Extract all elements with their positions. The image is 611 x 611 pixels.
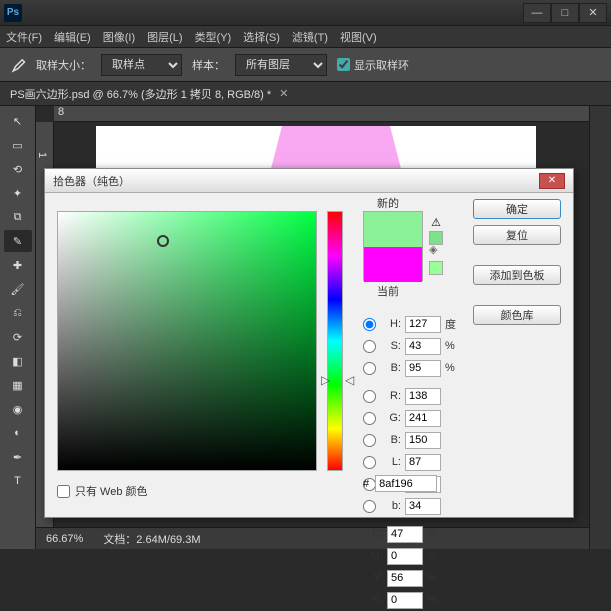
dodge-tool[interactable]: ◐ (4, 422, 32, 444)
input-bl[interactable] (405, 432, 441, 449)
hue-slider[interactable] (327, 211, 343, 471)
menu-file[interactable]: 文件(F) (6, 29, 42, 45)
window-titlebar: Ps — □ ✕ (0, 0, 611, 26)
websafe-swatch[interactable] (429, 261, 443, 275)
tool-column: ↖ ▭ ⟲ ✦ ⧉ ✎ ✚ 🖌 ⎌ ⟳ ◧ ▦ ◉ ◐ ✒ T (0, 106, 36, 549)
new-color-label: 新的 (377, 195, 399, 211)
move-tool[interactable]: ↖ (4, 110, 32, 132)
input-y[interactable] (387, 570, 423, 587)
panel-dock[interactable] (589, 106, 611, 549)
wand-tool[interactable]: ✦ (4, 182, 32, 204)
menu-filter[interactable]: 滤镜(T) (292, 29, 328, 45)
crop-tool[interactable]: ⧉ (4, 206, 32, 228)
hue-indicator-right: ◁ (345, 373, 354, 387)
eyedropper-tool[interactable]: ✎ (4, 230, 32, 252)
menu-image[interactable]: 图像(I) (103, 29, 135, 45)
radio-s[interactable] (363, 340, 376, 353)
radio-h[interactable] (363, 318, 376, 331)
maximize-button[interactable]: □ (551, 3, 579, 23)
document-tab[interactable]: PS画六边形.psd @ 66.7% (多边形 1 拷贝 8, RGB/8) *… (0, 82, 611, 106)
history-brush-tool[interactable]: ⟳ (4, 326, 32, 348)
input-hex[interactable] (375, 475, 437, 492)
gradient-tool[interactable]: ▦ (4, 374, 32, 396)
label-y: Y: (363, 572, 383, 584)
input-g[interactable] (405, 410, 441, 427)
color-preview (363, 211, 423, 281)
show-ring-checkbox[interactable]: 显示取样环 (337, 57, 409, 73)
sample-label: 样本： (192, 57, 225, 73)
options-bar: 取样大小： 取样点 样本： 所有图层 显示取样环 (0, 48, 611, 82)
input-m[interactable] (387, 548, 423, 565)
menu-edit[interactable]: 编辑(E) (54, 29, 91, 45)
radio-lb[interactable] (363, 500, 376, 513)
web-only-checkbox[interactable]: 只有 Web 颜色 (57, 483, 148, 499)
eraser-tool[interactable]: ◧ (4, 350, 32, 372)
menu-view[interactable]: 视图(V) (340, 29, 377, 45)
label-m: M: (363, 550, 383, 562)
input-lb[interactable] (405, 498, 441, 515)
blur-tool[interactable]: ◉ (4, 398, 32, 420)
label-lb: b: (381, 500, 401, 512)
input-s[interactable] (405, 338, 441, 355)
label-l: L: (381, 456, 401, 468)
radio-bl[interactable] (363, 434, 376, 447)
stamp-tool[interactable]: ⎌ (4, 302, 32, 324)
menu-bar: 文件(F) 编辑(E) 图像(I) 图层(L) 类型(Y) 选择(S) 滤镜(T… (0, 26, 611, 48)
websafe-cube-icon[interactable]: ◈ (429, 243, 437, 256)
marquee-tool[interactable]: ▭ (4, 134, 32, 156)
current-color-label: 当前 (377, 283, 399, 299)
add-swatch-button[interactable]: 添加到色板 (473, 265, 561, 285)
heal-tool[interactable]: ✚ (4, 254, 32, 276)
ok-button[interactable]: 确定 (473, 199, 561, 219)
sample-select[interactable]: 所有图层 (235, 54, 327, 76)
current-color-swatch[interactable] (364, 247, 422, 282)
label-r: R: (381, 390, 401, 402)
pen-tool[interactable]: ✒ (4, 446, 32, 468)
color-picker-dialog: 拾色器（纯色） ✕ ▷ ◁ 新的 当前 ⚠ ◈ 确定 复位 添加到色板 颜色库 … (44, 168, 574, 518)
dialog-title: 拾色器（纯色） (53, 173, 130, 189)
saturation-value-field[interactable] (57, 211, 317, 471)
label-k: K: (363, 594, 383, 606)
minimize-button[interactable]: — (523, 3, 551, 23)
menu-select[interactable]: 选择(S) (243, 29, 280, 45)
app-logo: Ps (4, 4, 22, 22)
input-k[interactable] (387, 592, 423, 609)
label-bl: B: (381, 434, 401, 446)
label-b: B: (381, 362, 401, 374)
sample-size-select[interactable]: 取样点 (101, 54, 182, 76)
label-c: C: (363, 528, 383, 540)
dialog-titlebar[interactable]: 拾色器（纯色） ✕ (45, 169, 573, 193)
menu-layer[interactable]: 图层(L) (147, 29, 182, 45)
ruler-horizontal[interactable]: 8 (54, 106, 589, 122)
label-g: G: (381, 412, 401, 424)
input-c[interactable] (387, 526, 423, 543)
hue-indicator-left: ▷ (321, 373, 330, 387)
sample-size-label: 取样大小： (36, 57, 91, 73)
input-h[interactable] (405, 316, 441, 333)
input-b[interactable] (405, 360, 441, 377)
radio-l[interactable] (363, 456, 376, 469)
new-color-swatch (364, 212, 422, 247)
radio-g[interactable] (363, 412, 376, 425)
type-tool[interactable]: T (4, 470, 32, 492)
radio-r[interactable] (363, 390, 376, 403)
input-l[interactable] (405, 454, 441, 471)
lasso-tool[interactable]: ⟲ (4, 158, 32, 180)
label-h: H: (381, 318, 401, 330)
doc-size: 文档：2.64M/69.3M (103, 531, 200, 547)
input-r[interactable] (405, 388, 441, 405)
radio-b[interactable] (363, 362, 376, 375)
gamut-warning-icon[interactable]: ⚠ (429, 215, 443, 229)
dialog-close-button[interactable]: ✕ (539, 173, 565, 189)
brush-tool[interactable]: 🖌 (4, 278, 32, 300)
close-window-button[interactable]: ✕ (579, 3, 607, 23)
label-s: S: (381, 340, 401, 352)
hex-label: # (363, 478, 369, 490)
menu-type[interactable]: 类型(Y) (195, 29, 232, 45)
zoom-level[interactable]: 66.67% (46, 533, 83, 545)
document-tab-label: PS画六边形.psd @ 66.7% (多边形 1 拷贝 8, RGB/8) * (10, 86, 271, 102)
reset-button[interactable]: 复位 (473, 225, 561, 245)
eyedropper-icon (8, 56, 26, 74)
close-tab-icon[interactable]: ✕ (279, 87, 288, 100)
